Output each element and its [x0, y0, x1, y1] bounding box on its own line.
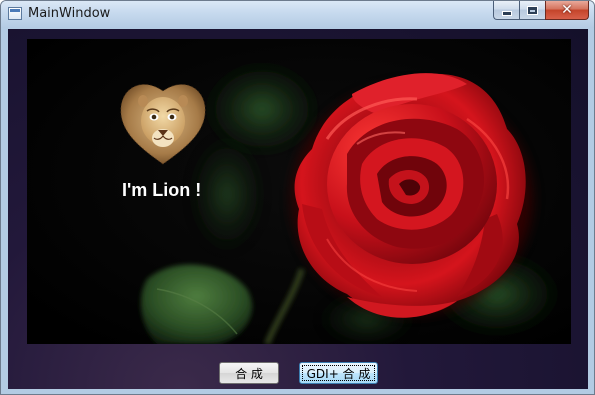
composite-image-canvas: I'm Lion ! [27, 39, 571, 344]
close-icon: ✕ [561, 2, 573, 18]
title-bar[interactable]: MainWindow ✕ [1, 1, 594, 28]
main-window: MainWindow ✕ I'm Lion ! 合 成 GDI+ 合 成 [0, 0, 595, 395]
maximize-icon [527, 5, 538, 15]
gdi-plus-compose-button[interactable]: GDI+ 合 成 [299, 362, 378, 384]
compose-button[interactable]: 合 成 [219, 362, 279, 384]
minimize-button[interactable] [493, 1, 519, 20]
maximize-button[interactable] [519, 1, 545, 20]
caption-buttons: ✕ [493, 1, 589, 20]
minimize-icon [501, 10, 512, 16]
client-area: I'm Lion ! 合 成 GDI+ 合 成 [8, 29, 588, 389]
window-app-icon[interactable] [8, 7, 22, 20]
lion-caption-text: I'm Lion ! [122, 180, 202, 200]
red-rose-image [27, 39, 571, 344]
window-title: MainWindow [28, 6, 111, 21]
close-button[interactable]: ✕ [545, 1, 589, 20]
